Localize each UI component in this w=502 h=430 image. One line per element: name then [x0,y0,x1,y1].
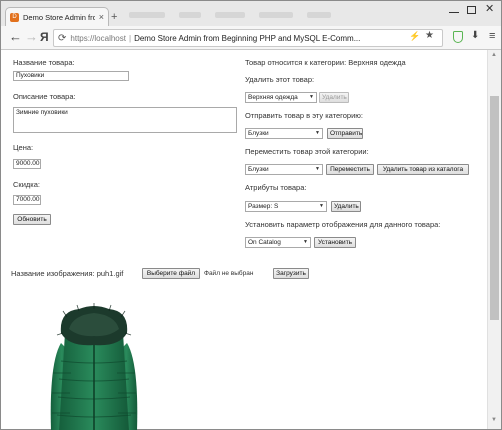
remove-category-selected: Верхняя одежда [248,94,298,101]
image-name-label: Название изображения: puh1.gif [11,269,124,278]
product-description-label: Описание товара: [13,92,76,101]
browser-window: D Demo Store Admin fro × + ✕ ← → Я ⟳ htt… [0,0,502,430]
download-icon[interactable]: ⬇ [471,30,479,41]
dropdown-caret-icon: ▼ [319,203,324,209]
dropdown-caret-icon: ▼ [315,130,320,136]
dropdown-caret-icon: ▼ [315,166,320,172]
belongs-to-category-text: Товар относится к категории: Верхняя оде… [245,58,406,67]
dropdown-caret-icon: ▼ [309,94,314,100]
tab-demo-store-admin[interactable]: D Demo Store Admin fro × [5,7,109,26]
yandex-logo-icon[interactable]: Я [40,30,49,44]
remove-product-label: Удалить этот товар: [245,75,315,84]
minimize-window-icon[interactable] [449,5,459,13]
move-category-selected: Блузки [248,166,269,173]
maximize-window-icon[interactable] [467,6,476,14]
product-description-textarea[interactable]: Зимние пуховики [13,107,237,133]
choose-file-button[interactable]: Выберите файл [142,268,200,279]
dropdown-caret-icon: ▼ [303,239,308,245]
bookmark-star-icon[interactable]: ★ [425,30,434,41]
back-arrow-icon[interactable]: ← [9,29,22,44]
scroll-down-icon[interactable]: ▼ [491,417,497,423]
price-label: Цена: [13,143,34,152]
remove-attribute-button[interactable]: Удалить [331,201,361,212]
remove-category-select[interactable]: Верхняя одежда ▼ [245,92,317,103]
move-category-select[interactable]: Блузки ▼ [245,164,323,175]
update-product-button[interactable]: Обновить [13,214,51,225]
url-host: https://localhost [70,33,126,43]
attributes-label: Атрибуты товара: [245,183,307,192]
site-favicon-icon: D [10,12,19,22]
protect-shield-icon[interactable] [453,31,463,43]
upload-button[interactable]: Загрузить [273,268,309,279]
price-input[interactable]: 9000.00 [13,159,41,169]
move-product-label: Переместить товар этой категории: [245,147,369,156]
blurred-bookmarks [129,10,429,20]
remove-product-button[interactable]: Удалить [319,92,349,103]
product-image-jacket [50,303,138,430]
assign-category-selected: Блузки [248,130,269,137]
assign-category-button[interactable]: Отправить [327,128,363,139]
tab-strip: D Demo Store Admin fro × + ✕ [1,1,501,26]
display-option-label: Установить параметр отображения для данн… [245,220,441,229]
attributes-selected: Размер: S [248,203,279,210]
close-window-icon[interactable]: ✕ [485,2,494,15]
display-option-selected: On Catalog [248,239,281,246]
no-file-chosen-text: Файл не выбран [204,270,254,277]
reload-icon[interactable]: ⟳ [58,33,66,44]
forward-arrow-icon[interactable]: → [25,29,38,44]
menu-icon[interactable]: ≡ [489,30,495,42]
remove-from-catalog-button[interactable]: Удалить товар из каталога [377,164,469,175]
move-product-button[interactable]: Переместить [326,164,374,175]
address-bar[interactable]: ⟳ https://localhost | Demo Store Admin f… [53,29,443,47]
scroll-up-icon[interactable]: ▲ [491,52,497,58]
display-option-select[interactable]: On Catalog ▼ [245,237,311,248]
discount-label: Скидка: [13,180,40,189]
scrollbar-thumb[interactable] [490,96,499,320]
new-tab-icon[interactable]: + [111,11,117,23]
close-tab-icon[interactable]: × [99,12,104,22]
lightning-icon[interactable]: ⚡ [409,31,420,42]
tab-title: Demo Store Admin fro [23,12,95,22]
assign-category-label: Отправить товар в эту категорию: [245,111,363,120]
navigation-bar: ← → Я ⟳ https://localhost | Demo Store A… [1,26,501,50]
set-display-option-button[interactable]: Установить [314,237,356,248]
product-name-label: Название товара: [13,58,75,67]
product-name-input[interactable]: Пуховики [13,71,129,81]
url-page-title: Demo Store Admin from Beginning PHP and … [134,33,361,43]
assign-category-select[interactable]: Блузки ▼ [245,128,323,139]
attributes-select[interactable]: Размер: S ▼ [245,201,327,212]
vertical-scrollbar[interactable]: ▲ ▼ [487,50,501,429]
url-separator: | [128,33,132,43]
discount-input[interactable]: 7000.00 [13,195,41,205]
